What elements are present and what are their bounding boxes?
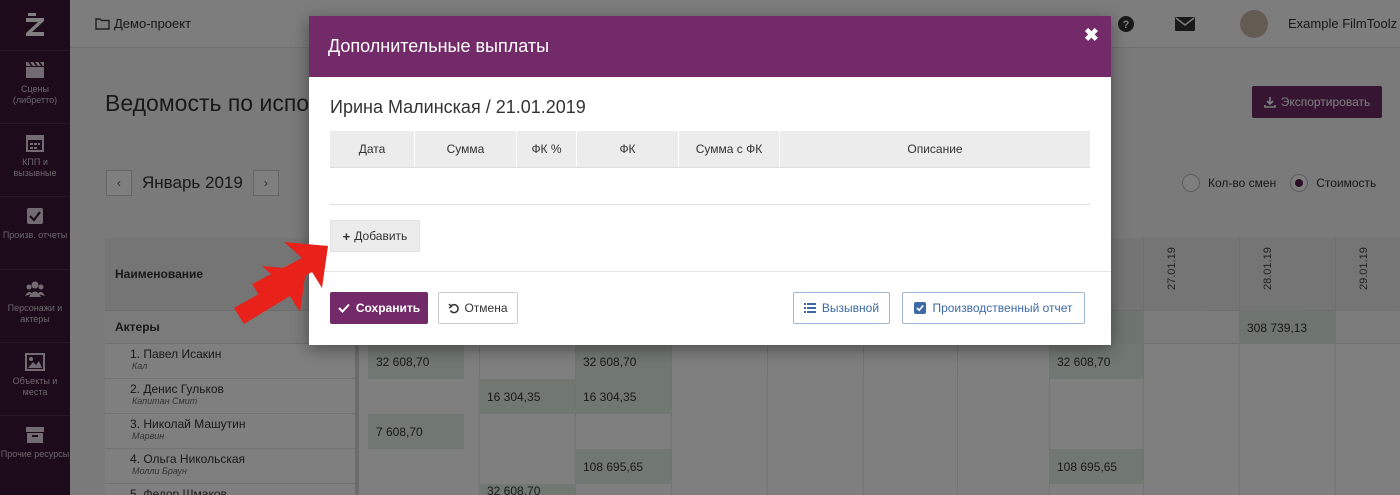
list-icon [803, 303, 816, 313]
cancel-label: Отмена [464, 301, 508, 315]
plus-icon: + [342, 228, 351, 244]
column-header: ФК % [517, 131, 577, 167]
column-header: ФК [577, 131, 679, 167]
column-header: Сумма с ФК [679, 131, 780, 167]
pointer-arrow-icon [234, 242, 328, 324]
modal-footer: Сохранить Отмена Вызывной Производственн… [309, 271, 1111, 345]
production-report-button[interactable]: Производственный отчет [902, 292, 1085, 324]
save-button[interactable]: Сохранить [330, 292, 428, 324]
cancel-button[interactable]: Отмена [438, 292, 518, 324]
column-header: Дата [330, 131, 415, 167]
modal-subtitle: Ирина Малинская / 21.01.2019 [330, 97, 586, 117]
column-header: Описание [907, 142, 963, 156]
column-header: Сумма [415, 131, 517, 167]
checkbox-icon [914, 302, 927, 314]
payments-table-header: Дата Сумма ФК % ФК Сумма с ФК Описание [330, 131, 1090, 168]
undo-icon [448, 303, 460, 313]
call-sheet-label: Вызывной [821, 301, 880, 315]
call-sheet-button[interactable]: Вызывной [793, 292, 890, 324]
add-payment-button[interactable]: + Добавить [330, 220, 420, 252]
extra-payments-modal: Дополнительные выплаты ✖ Ирина Малинская… [309, 16, 1111, 345]
modal-title: Дополнительные выплаты [328, 36, 550, 56]
payments-table-body [330, 168, 1090, 205]
save-label: Сохранить [355, 301, 421, 315]
production-report-label: Производственный отчет [932, 301, 1073, 315]
modal-header: Дополнительные выплаты ✖ [309, 16, 1111, 77]
close-icon[interactable]: ✖ [1084, 25, 1099, 46]
add-label: Добавить [354, 229, 408, 243]
payments-table: Дата Сумма ФК % ФК Сумма с ФК Описание [330, 131, 1090, 205]
